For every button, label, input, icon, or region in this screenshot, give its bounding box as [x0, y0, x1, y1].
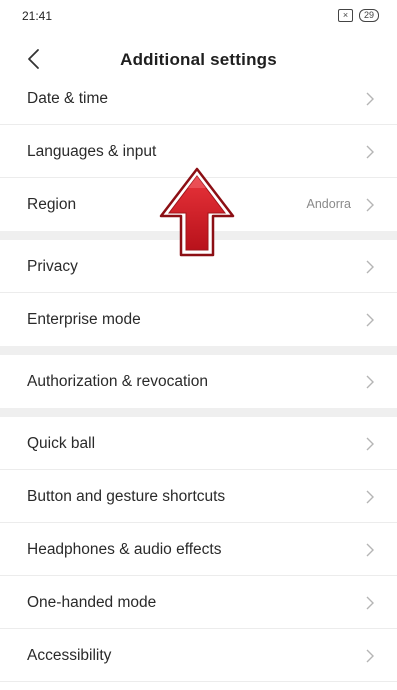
chevron-right-icon [366, 313, 374, 327]
row-label: Languages & input [27, 143, 157, 160]
settings-list: Date & time Languages & input Region And… [0, 72, 397, 682]
row-label: One-handed mode [27, 594, 157, 611]
row-quick-ball[interactable]: Quick ball [0, 417, 397, 470]
status-bar: 21:41 × 29 [0, 0, 397, 34]
section-features: Quick ball Button and gesture shortcuts … [0, 417, 397, 682]
section-divider [0, 346, 397, 355]
row-label: Quick ball [27, 435, 96, 452]
row-date-time[interactable]: Date & time [0, 72, 397, 125]
chevron-right-icon [366, 596, 374, 610]
chevron-right-icon [366, 145, 374, 159]
status-time: 21:41 [22, 9, 53, 23]
chevron-right-icon [366, 198, 374, 212]
row-one-handed-mode[interactable]: One-handed mode [0, 576, 397, 629]
row-button-gesture-shortcuts[interactable]: Button and gesture shortcuts [0, 470, 397, 523]
chevron-right-icon [366, 375, 374, 389]
row-label: Headphones & audio effects [27, 541, 222, 558]
battery-icon: 29 [358, 9, 379, 22]
row-label: Enterprise mode [27, 311, 141, 328]
section-divider [0, 408, 397, 417]
row-label: Date & time [27, 90, 108, 107]
row-label: Button and gesture shortcuts [27, 488, 226, 505]
row-authorization-revocation[interactable]: Authorization & revocation [0, 355, 397, 408]
chevron-right-icon [366, 92, 374, 106]
sim-card-icon: × [337, 9, 353, 22]
row-label: Accessibility [27, 647, 112, 664]
row-headphones-audio[interactable]: Headphones & audio effects [0, 523, 397, 576]
row-label: Authorization & revocation [27, 373, 208, 390]
chevron-right-icon [366, 649, 374, 663]
chevron-right-icon [366, 543, 374, 557]
up-arrow-icon [159, 167, 235, 257]
section-authorization: Authorization & revocation [0, 355, 397, 408]
chevron-right-icon [366, 260, 374, 274]
region-value: Andorra [306, 197, 351, 211]
page-title: Additional settings [120, 50, 277, 69]
chevron-right-icon [366, 490, 374, 504]
status-icons: × 29 [337, 9, 379, 22]
row-enterprise-mode[interactable]: Enterprise mode [0, 293, 397, 346]
row-accessibility[interactable]: Accessibility [0, 629, 397, 682]
chevron-right-icon [366, 437, 374, 451]
row-label: Privacy [27, 258, 78, 275]
row-label: Region [27, 196, 77, 213]
